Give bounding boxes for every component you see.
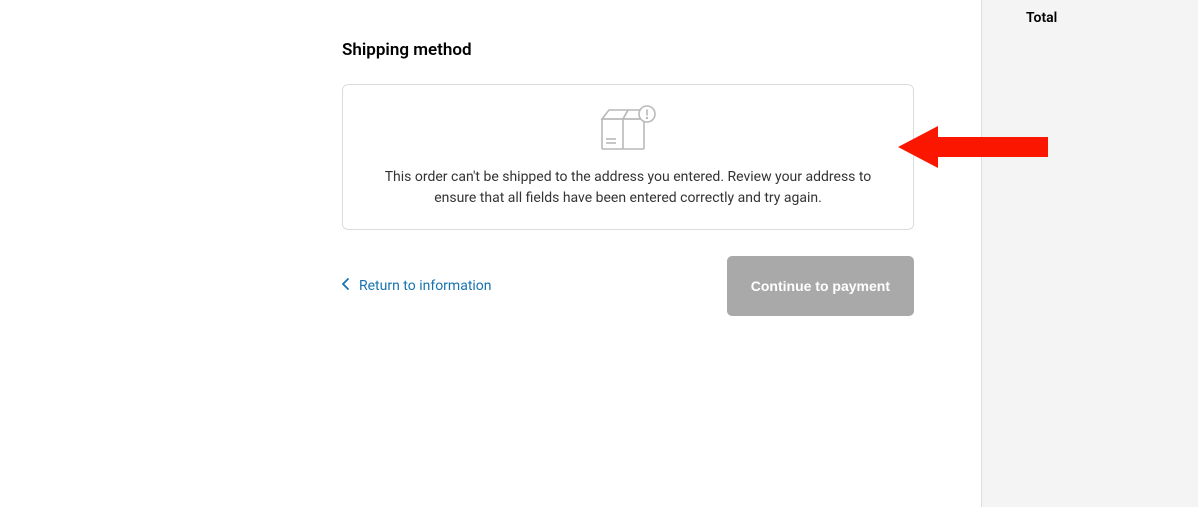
- shipping-error-text: This order can't be shipped to the addre…: [367, 167, 889, 209]
- chevron-left-icon: [342, 278, 349, 294]
- continue-to-payment-button[interactable]: Continue to payment: [727, 256, 914, 316]
- return-to-information-link[interactable]: Return to information: [342, 278, 492, 294]
- return-link-label: Return to information: [359, 278, 492, 294]
- shipping-method-section: Shipping method: [342, 40, 914, 316]
- shipping-error-icon: [367, 105, 889, 155]
- main-checkout-panel: Shipping method: [0, 0, 981, 507]
- shipping-method-heading: Shipping method: [342, 40, 914, 60]
- checkout-actions-row: Return to information Continue to paymen…: [342, 256, 914, 316]
- shipping-error-notice: This order can't be shipped to the addre…: [342, 84, 914, 230]
- sidebar-total-label: Total: [1026, 10, 1178, 26]
- order-summary-sidebar: Total: [981, 0, 1198, 507]
